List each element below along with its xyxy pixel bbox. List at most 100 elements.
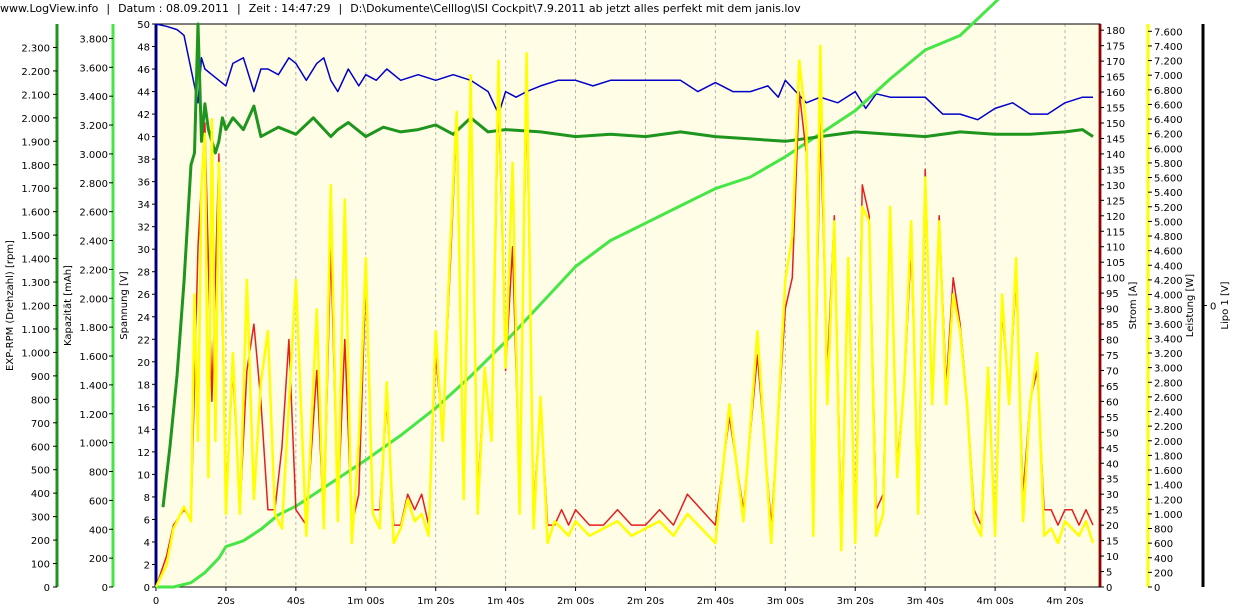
- rpm-tick-label: 500: [31, 466, 50, 477]
- spannung-tick-label: 16: [137, 403, 150, 414]
- rpm-tick-label: 0: [44, 583, 50, 594]
- strom-tick-label: 110: [1106, 243, 1125, 254]
- leistung-tick-label: 4.000: [1154, 291, 1183, 302]
- spannung-tick-label: 6: [144, 515, 150, 526]
- spannung-axis-title: Spannung [V]: [119, 271, 130, 339]
- strom-tick-label: 75: [1106, 351, 1119, 362]
- leistung-tick-label: 2.200: [1154, 422, 1183, 433]
- strom-tick-label: 70: [1106, 366, 1119, 377]
- leistung-tick-label: 4.400: [1154, 261, 1183, 272]
- spannung-tick-label: 50: [137, 20, 150, 31]
- leistung-tick-label: 7.000: [1154, 71, 1183, 82]
- leistung-tick-label: 3.800: [1154, 305, 1183, 316]
- kapazitaet-tick-label: 600: [89, 496, 108, 507]
- spannung-tick-label: 0: [144, 583, 150, 594]
- strom-tick-label: 120: [1106, 212, 1125, 223]
- strom-tick-label: 140: [1106, 150, 1125, 161]
- x-tick-label: 2m 40s: [697, 596, 734, 607]
- leistung-tick-label: 5.000: [1154, 217, 1183, 228]
- strom-tick-label: 0: [1106, 583, 1112, 594]
- strom-tick-label: 90: [1106, 305, 1119, 316]
- rpm-tick-label: 1.700: [21, 184, 50, 195]
- leistung-tick-label: 5.800: [1154, 159, 1183, 170]
- strom-tick-label: 115: [1106, 227, 1125, 238]
- strom-tick-label: 10: [1106, 552, 1119, 563]
- strom-tick-label: 5: [1106, 568, 1112, 579]
- leistung-tick-label: 5.200: [1154, 203, 1183, 214]
- rpm-tick-label: 1.500: [21, 231, 50, 242]
- spannung-tick-label: 24: [137, 313, 150, 324]
- leistung-tick-label: 6.400: [1154, 115, 1183, 126]
- strom-tick-label: 125: [1106, 196, 1125, 207]
- spannung-tick-label: 38: [137, 155, 150, 166]
- leistung-tick-label: 2.400: [1154, 408, 1183, 419]
- spannung-tick-label: 32: [137, 223, 150, 234]
- kapazitaet-tick-label: 3.400: [79, 92, 108, 103]
- spannung-tick-label: 30: [137, 245, 150, 256]
- strom-tick-label: 45: [1106, 444, 1119, 455]
- leistung-axis-title: Leistung [W]: [1185, 274, 1196, 337]
- rpm-tick-label: 2.300: [21, 43, 50, 54]
- x-tick-label: 3m 20s: [837, 596, 874, 607]
- leistung-tick-label: 1.400: [1154, 481, 1183, 492]
- kapazitaet-tick-label: 1.400: [79, 381, 108, 392]
- strom-tick-label: 85: [1106, 320, 1119, 331]
- leistung-tick-label: 4.800: [1154, 232, 1183, 243]
- rpm-tick-label: 1.800: [21, 161, 50, 172]
- spannung-tick-label: 20: [137, 358, 150, 369]
- strom-tick-label: 105: [1106, 258, 1125, 269]
- leistung-tick-label: 800: [1154, 525, 1173, 536]
- leistung-tick-label: 3.200: [1154, 349, 1183, 360]
- strom-tick-label: 60: [1106, 397, 1119, 408]
- rpm-tick-label: 2.100: [21, 90, 50, 101]
- x-tick-label: 3m 00s: [767, 596, 804, 607]
- x-tick-label: 1m 20s: [417, 596, 454, 607]
- strom-tick-label: 180: [1106, 26, 1125, 37]
- rpm-tick-label: 2.000: [21, 114, 50, 125]
- spannung-tick-label: 44: [137, 88, 150, 99]
- strom-tick-label: 170: [1106, 57, 1125, 68]
- leistung-tick-label: 200: [1154, 568, 1173, 579]
- kapazitaet-tick-label: 1.600: [79, 352, 108, 363]
- rpm-tick-label: 1.600: [21, 208, 50, 219]
- kapazitaet-tick-label: 1.000: [79, 439, 108, 450]
- spannung-tick-label: 18: [137, 380, 150, 391]
- strom-tick-label: 25: [1106, 506, 1119, 517]
- kapazitaet-tick-label: 0: [102, 583, 108, 594]
- strom-tick-label: 80: [1106, 336, 1119, 347]
- lipo-tick-label: 0: [1210, 302, 1216, 313]
- kapazitaet-tick-label: 3.000: [79, 150, 108, 161]
- strom-tick-label: 145: [1106, 134, 1125, 145]
- rpm-tick-label: 600: [31, 442, 50, 453]
- leistung-tick-label: 600: [1154, 539, 1173, 550]
- spannung-tick-label: 26: [137, 290, 150, 301]
- spannung-tick-label: 28: [137, 268, 150, 279]
- kapazitaet-tick-label: 800: [89, 468, 108, 479]
- leistung-tick-label: 6.200: [1154, 130, 1183, 141]
- strom-tick-label: 165: [1106, 73, 1125, 84]
- spannung-tick-label: 48: [137, 43, 150, 54]
- x-tick-label: 4m 00s: [977, 596, 1014, 607]
- x-tick-label: 4m 20s: [1046, 596, 1083, 607]
- strom-tick-label: 20: [1106, 521, 1119, 532]
- leistung-tick-label: 6.800: [1154, 86, 1183, 97]
- strom-tick-label: 40: [1106, 459, 1119, 470]
- rpm-tick-label: 1.900: [21, 137, 50, 148]
- strom-tick-label: 15: [1106, 537, 1119, 548]
- rpm-tick-label: 100: [31, 560, 50, 571]
- spannung-tick-label: 34: [137, 200, 150, 211]
- kapazitaet-tick-label: 3.800: [79, 34, 108, 45]
- x-tick-label: 1m 40s: [487, 596, 524, 607]
- strom-tick-label: 100: [1106, 274, 1125, 285]
- kapazitaet-tick-label: 1.200: [79, 410, 108, 421]
- leistung-tick-label: 1.200: [1154, 495, 1183, 506]
- x-tick-label: 40s: [287, 596, 305, 607]
- spannung-tick-label: 4: [144, 538, 150, 549]
- leistung-tick-label: 2.000: [1154, 437, 1183, 448]
- leistung-tick-label: 3.600: [1154, 320, 1183, 331]
- x-tick-label: 2m 00s: [557, 596, 594, 607]
- rpm-tick-label: 1.300: [21, 278, 50, 289]
- spannung-tick-label: 10: [137, 470, 150, 481]
- kapazitaet-tick-label: 3.200: [79, 121, 108, 132]
- rpm-tick-label: 1.000: [21, 348, 50, 359]
